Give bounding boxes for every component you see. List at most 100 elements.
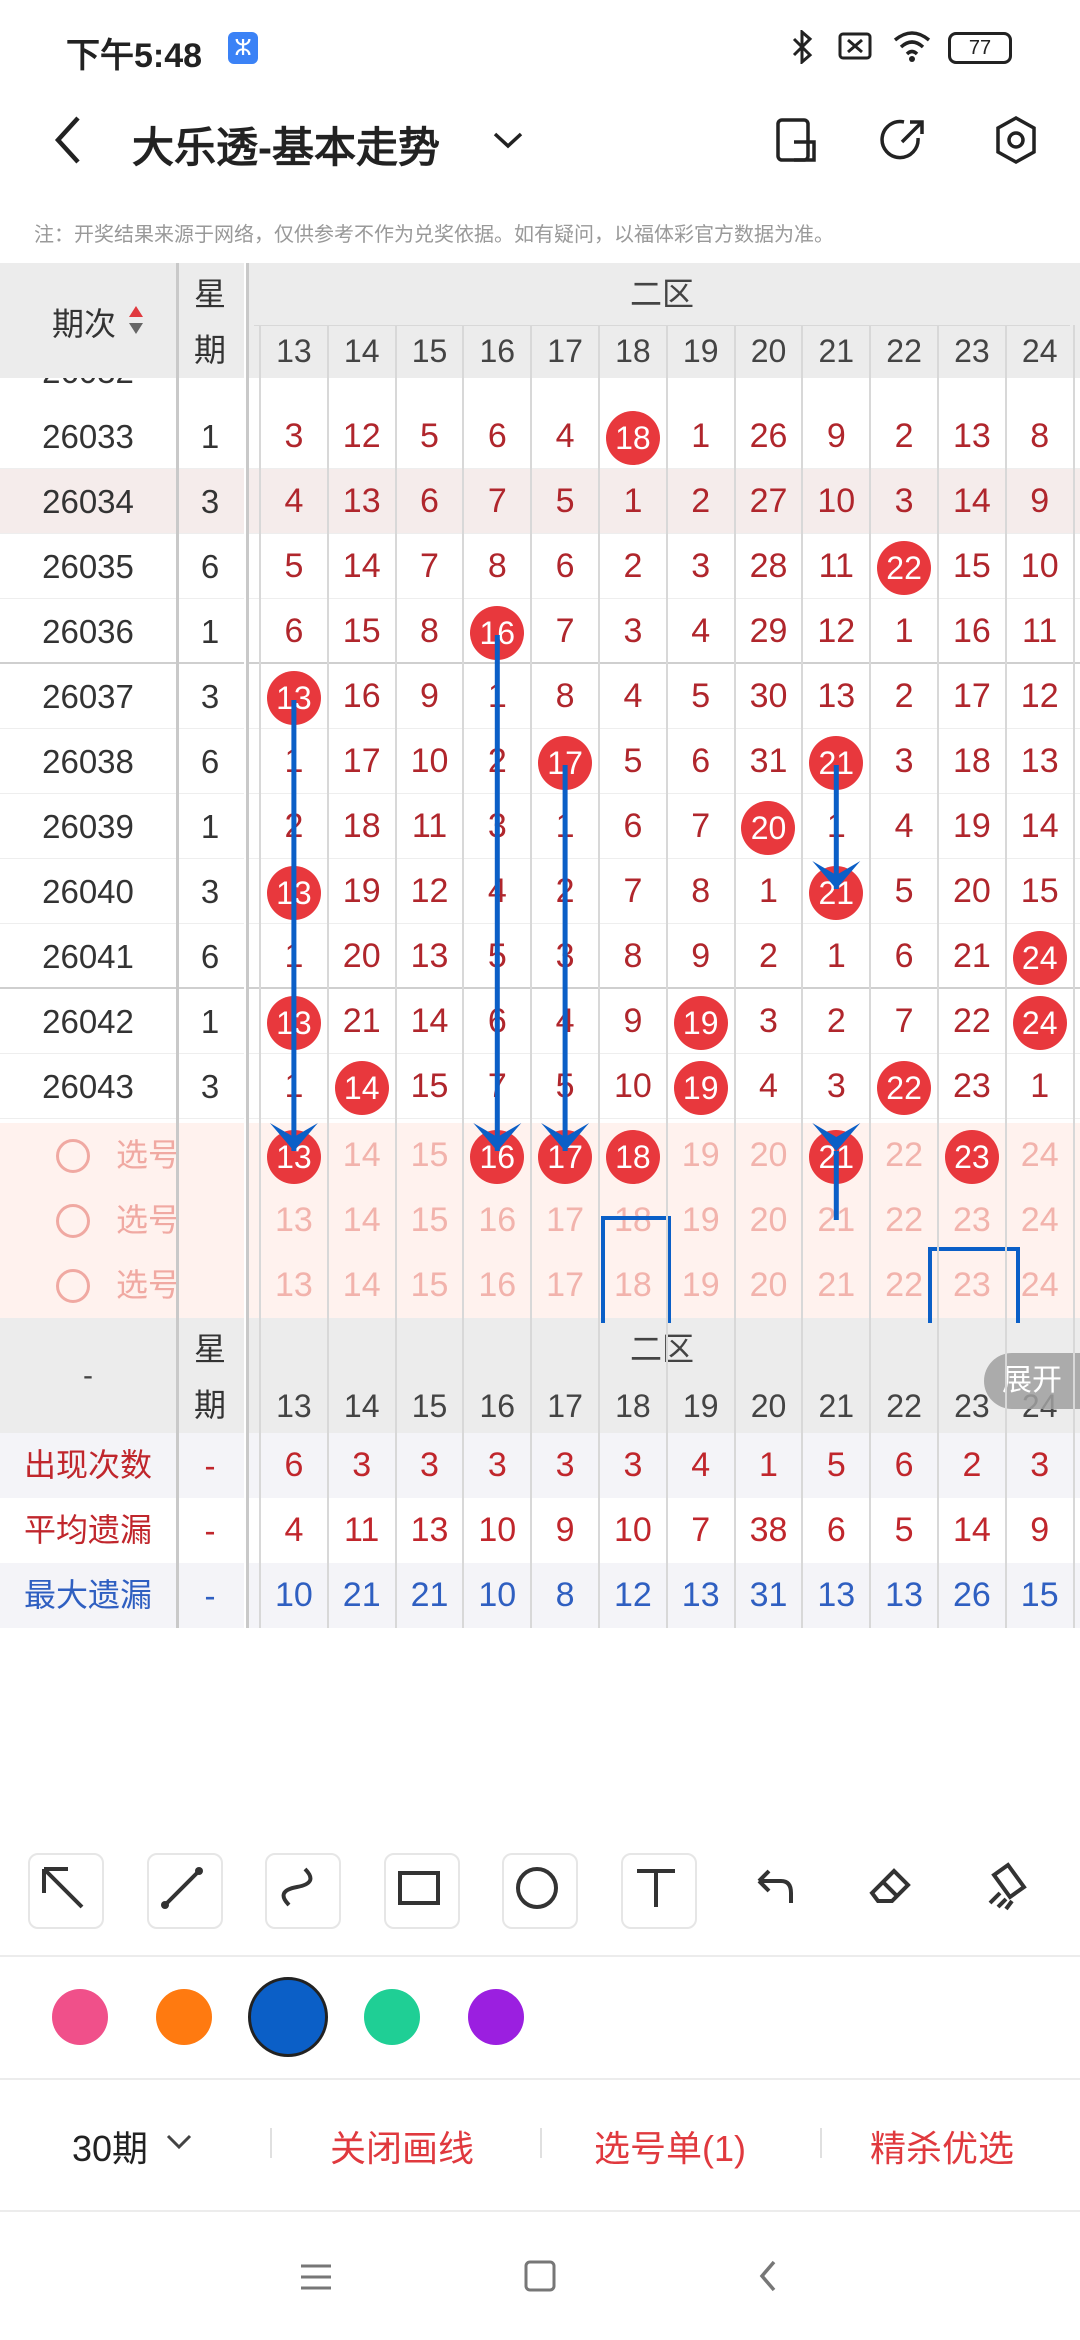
column-line [869, 325, 872, 1628]
column-header: 22 [886, 1388, 922, 1424]
stats-cell: 21 [342, 1576, 381, 1614]
drawing-overlay[interactable] [0, 263, 1080, 1323]
stats-dash-cell: - [204, 1447, 216, 1484]
stats-cell: 3 [623, 1446, 643, 1484]
page-title[interactable]: 大乐透-基本走势 [132, 114, 440, 175]
menu-icon[interactable] [298, 2260, 334, 2294]
drawing-toolbar [0, 1835, 1080, 1955]
line-tool-button[interactable] [146, 1853, 223, 1929]
eraser-button[interactable] [857, 1853, 934, 1929]
stats-cell: 3 [420, 1446, 439, 1484]
column-line [665, 325, 668, 1628]
text-tool-icon [636, 1869, 675, 1907]
chevron-down-icon[interactable] [490, 126, 526, 154]
battery-level: 77 [968, 37, 992, 59]
column-line [259, 325, 261, 1628]
pick-list-button[interactable]: 选号单(1) [594, 2120, 746, 2172]
column-header: 20 [750, 1388, 787, 1424]
color-swatch[interactable] [248, 1977, 328, 2057]
stats-cell: 31 [749, 1576, 788, 1614]
curve-tool-icon [281, 1867, 313, 1907]
column-header: 21 [818, 1388, 855, 1424]
stats-cell: 5 [894, 1511, 914, 1549]
stats-row: 平均遗漏 - 4 11 13 10 9 10 7 38 6 5 14 9 [0, 1498, 1080, 1563]
stats-cell: 14 [952, 1511, 991, 1549]
arrow-col-21-b-head [812, 1123, 861, 1151]
stats-cell: 10 [613, 1511, 652, 1549]
column-header: 13 [276, 1388, 312, 1424]
stats-label: 最大遗漏 [23, 1577, 152, 1613]
rect-tool-button[interactable] [383, 1853, 460, 1929]
stats-cell: 10 [478, 1576, 517, 1614]
stats-cell: 26 [952, 1576, 991, 1614]
color-swatch[interactable] [364, 1989, 420, 2045]
column-line [1004, 325, 1007, 1628]
undo-icon [757, 1869, 793, 1903]
stats-column-header-row: 131415161718192021222324 [0, 1380, 1080, 1433]
featured-button[interactable]: 精杀优选 [870, 2120, 1014, 2172]
stats-rows: 出现次数 -6 3 3 3 3 3 4 1 5 6 2 3 平均遗漏 -4 11 13 10 9 10 7 38 6 5 14 9… [0, 1433, 1080, 1628]
rect-tool-icon [397, 1871, 440, 1905]
column-line [462, 325, 465, 1628]
curve-tool-button[interactable] [265, 1853, 341, 1929]
column-line [733, 325, 736, 1628]
device-icon[interactable] [774, 116, 818, 164]
expand-button[interactable]: 展开 [984, 1353, 1080, 1409]
stats-cell: 6 [284, 1446, 304, 1484]
stats-label: 出现次数 [23, 1447, 152, 1483]
clear-button[interactable] [976, 1853, 1052, 1929]
status-bar: 下午5:48 ⵣ 77 [0, 0, 1080, 90]
color-swatch[interactable] [52, 1989, 108, 2045]
settings-icon[interactable] [992, 114, 1040, 166]
period-select[interactable]: 30期 [72, 2120, 148, 2172]
stats-row: 最大遗漏 - 10 21 21 10 8 12 13 31 13 13 26 15 [0, 1563, 1080, 1628]
stats-row: 出现次数 - 6 3 3 3 3 3 4 1 5 6 2 3 [0, 1433, 1080, 1498]
stats-cell: 8 [555, 1576, 575, 1614]
column-line [394, 325, 397, 1628]
stats-cell: 3 [555, 1446, 575, 1484]
bluetooth-badge-icon: ⵣ [228, 32, 258, 64]
stats-cell: 4 [691, 1446, 711, 1484]
share-icon[interactable] [880, 116, 928, 164]
stats-cell: 3 [1030, 1446, 1050, 1484]
app-root: { "status": {"time": "下午5:48", "bt_badge… [0, 0, 1080, 2340]
stats-cell: 1 [759, 1446, 778, 1484]
stats-label: 平均遗漏 [23, 1512, 152, 1548]
undo-button[interactable] [739, 1853, 815, 1929]
stats-cell: 10 [478, 1511, 517, 1549]
column-line [530, 325, 533, 1628]
status-time: 下午5:48 [66, 37, 203, 75]
circle-tool-button[interactable] [502, 1853, 578, 1929]
stats-cell: 38 [749, 1511, 788, 1549]
stats-cell: 4 [284, 1511, 304, 1549]
home-icon[interactable] [522, 2258, 558, 2294]
period-chevron-icon[interactable] [164, 2130, 194, 2154]
color-swatch[interactable] [468, 1989, 524, 2045]
bluetooth-icon [792, 30, 813, 64]
column-header: 16 [479, 1388, 516, 1424]
back-icon[interactable] [48, 112, 88, 168]
stats-cell: 15 [1020, 1576, 1059, 1614]
eraser-icon [868, 1868, 911, 1903]
stats-cell: 13 [885, 1576, 923, 1614]
stats-cell: 9 [1030, 1511, 1050, 1549]
clear-icon [988, 1862, 1027, 1911]
stats-cell: 21 [410, 1576, 449, 1614]
system-nav-bar [0, 2210, 1080, 2340]
column-line [801, 325, 804, 1628]
box-col-18[interactable] [601, 1216, 671, 1323]
bottom-action-bar: 30期 关闭画线 选号单(1) 精杀优选 [0, 2078, 1080, 2208]
close-lines-button[interactable]: 关闭画线 [330, 2120, 474, 2172]
back-nav-icon[interactable] [754, 2256, 782, 2296]
color-swatch[interactable] [156, 1989, 212, 2045]
separator [540, 2128, 542, 2158]
column-header: 18 [615, 1388, 651, 1424]
column-header: 17 [547, 1388, 583, 1424]
stats-cell: 11 [344, 1511, 380, 1549]
wifi-icon [893, 31, 931, 62]
column-line [937, 325, 939, 1628]
stats-cell: 10 [274, 1576, 313, 1614]
text-tool-button[interactable] [620, 1853, 697, 1929]
stats-zone-label: 二区 [629, 1331, 694, 1367]
arrow-tool-button[interactable] [28, 1853, 104, 1929]
